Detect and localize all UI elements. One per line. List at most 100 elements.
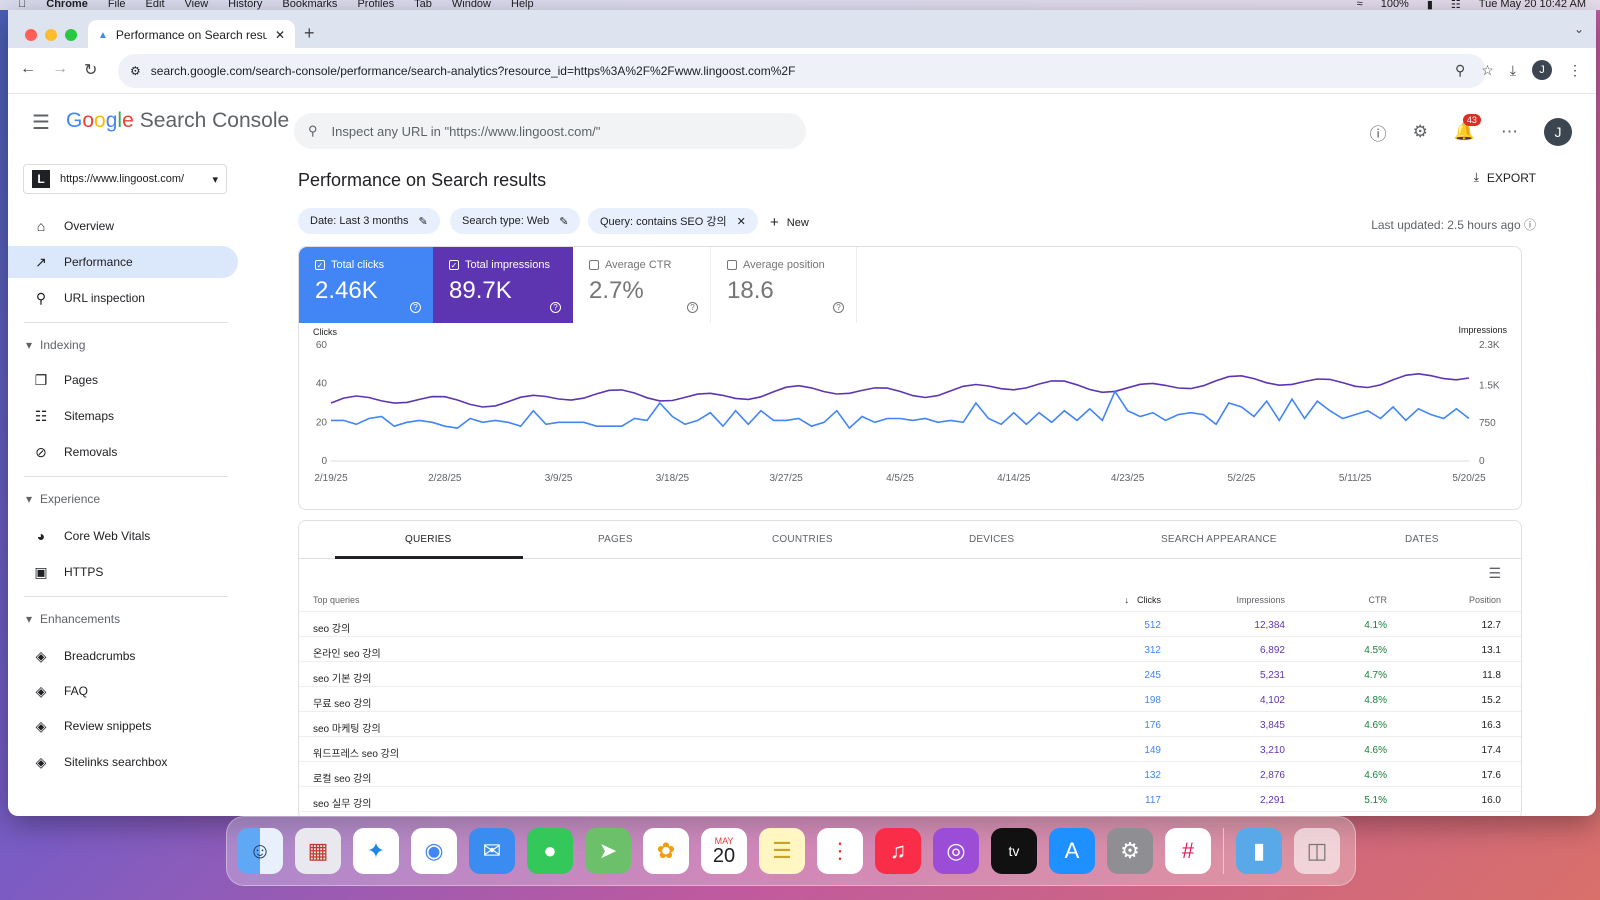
slack-icon[interactable]: # — [1165, 828, 1211, 874]
zoom-window-button[interactable] — [65, 29, 77, 41]
table-row[interactable]: seo 기본 강의 245 5,231 4.7% 11.8 — [299, 662, 1521, 687]
filter-chip-date[interactable]: Date: Last 3 months ✎ — [298, 208, 440, 234]
menu-window[interactable]: Window — [452, 0, 491, 10]
forward-button[interactable]: → — [52, 60, 68, 78]
menu-edit[interactable]: Edit — [146, 0, 165, 10]
edit-pencil-icon[interactable]: ✎ — [559, 215, 568, 228]
tv-icon[interactable]: tv — [991, 828, 1037, 874]
help-icon[interactable]: ? — [550, 302, 561, 313]
table-row[interactable]: 무료 seo 강의 198 4,102 4.8% 15.2 — [299, 687, 1521, 712]
browser-tab-active[interactable]: ▲ Performance on Search results ✕ — [88, 20, 295, 50]
section-indexing[interactable]: ▾ Indexing — [26, 338, 85, 352]
wifi-icon[interactable]: ≈ — [1357, 0, 1363, 10]
url-text[interactable]: search.google.com/search-console/perform… — [151, 64, 1474, 78]
menu-tab[interactable]: Tab — [414, 0, 432, 10]
remove-filter-icon[interactable]: ✕ — [737, 215, 746, 228]
finder-icon[interactable]: ☺ — [237, 828, 283, 874]
checkbox-unchecked-icon[interactable] — [727, 260, 737, 270]
table-row[interactable]: seo 실무 강의 117 2,291 5.1% 16.0 — [299, 787, 1521, 812]
menubar-clock[interactable]: Tue May 20 10:42 AM — [1479, 0, 1586, 10]
edit-pencil-icon[interactable]: ✎ — [418, 215, 427, 228]
sidebar-item-breadcrumbs[interactable]: ◈ Breadcrumbs — [8, 640, 238, 672]
safari-icon[interactable]: ✦ — [353, 828, 399, 874]
apps-grid-icon[interactable]: ⋯ — [1501, 122, 1518, 142]
checkbox-checked-icon[interactable]: ✓ — [315, 260, 325, 270]
checkbox-unchecked-icon[interactable] — [589, 260, 599, 270]
property-selector[interactable]: L https://www.lingoost.com/ ▾ — [23, 164, 227, 194]
reload-button[interactable]: ↻ — [84, 60, 97, 80]
launchpad-icon[interactable]: ▦ — [295, 828, 341, 874]
performance-line-chart[interactable]: Clicks Impressions 60 40 20 0 2.3K 1.5K 750 0 2/19… — [299, 323, 1521, 509]
export-button[interactable]: ⤓ EXPORT — [1474, 170, 1536, 185]
zoom-icon[interactable]: ⚲ — [1455, 62, 1465, 79]
search-input[interactable]: Inspect any URL in "https://www.lingoost… — [332, 124, 601, 139]
settings-icon[interactable]: ⚙ — [1107, 828, 1153, 874]
sidebar-item-performance[interactable]: ↗ Performance — [8, 246, 238, 278]
filter-rows-icon[interactable]: ☰ — [1488, 565, 1501, 582]
menu-profiles[interactable]: Profiles — [357, 0, 394, 10]
header-ctr[interactable]: CTR — [1369, 595, 1388, 605]
new-filter-button[interactable]: + New — [770, 214, 809, 231]
omnibox[interactable]: ⚙ search.google.com/search-console/perfo… — [118, 54, 1486, 88]
section-experience[interactable]: ▾ Experience — [26, 492, 100, 506]
notifications-bell-icon[interactable]: 🔔 43 — [1454, 114, 1481, 142]
header-impressions[interactable]: Impressions — [1236, 595, 1285, 605]
table-row[interactable]: 워드프레스 seo 강의 149 3,210 4.6% 17.4 — [299, 737, 1521, 762]
section-enhancements[interactable]: ▾ Enhancements — [26, 612, 120, 626]
menu-bookmarks[interactable]: Bookmarks — [282, 0, 337, 10]
users-settings-icon[interactable]: ⚙ — [1413, 122, 1428, 142]
metric-total-impressions[interactable]: ✓ Total impressions 89.7K ? — [433, 247, 573, 323]
hamburger-menu-icon[interactable]: ☰ — [32, 110, 50, 135]
tab-devices[interactable]: DEVICES — [969, 534, 1014, 545]
mail-icon[interactable]: ✉ — [469, 828, 515, 874]
new-tab-button[interactable]: + — [304, 23, 315, 44]
back-button[interactable]: ← — [20, 60, 36, 78]
help-icon[interactable]: ? — [687, 302, 698, 313]
help-icon[interactable]: ? — [410, 302, 421, 313]
notes-icon[interactable]: ☰ — [759, 828, 805, 874]
site-settings-icon[interactable]: ⚙ — [130, 64, 141, 78]
tab-search-appearance[interactable]: SEARCH APPEARANCE — [1161, 534, 1277, 545]
bookmark-star-icon[interactable]: ☆ — [1481, 62, 1494, 79]
menu-file[interactable]: File — [108, 0, 126, 10]
app-store-icon[interactable]: A — [1049, 828, 1095, 874]
search-console-logo[interactable]: Google Search Console — [66, 109, 289, 133]
table-row[interactable]: seo 강의 512 12,384 4.1% 12.7 — [299, 612, 1521, 637]
apple-menu-icon[interactable]:  — [18, 0, 26, 10]
sidebar-item-overview[interactable]: ⌂ Overview — [8, 210, 238, 242]
profile-avatar[interactable]: J — [1532, 60, 1552, 80]
menu-chrome[interactable]: Chrome — [46, 0, 88, 10]
chrome-menu-icon[interactable]: ⋮ — [1568, 62, 1582, 79]
podcasts-icon[interactable]: ◎ — [933, 828, 979, 874]
sidebar-item-sitelinks-searchbox[interactable]: ◈ Sitelinks searchbox — [8, 746, 238, 778]
table-row[interactable]: 온라인 seo 강의 312 6,892 4.5% 13.1 — [299, 637, 1521, 662]
metric-total-clicks[interactable]: ✓ Total clicks 2.46K ? — [299, 247, 433, 323]
download-icon[interactable]: ⤓ — [1510, 62, 1516, 79]
sidebar-item-pages[interactable]: ❐ Pages — [8, 364, 238, 396]
metric-average-position[interactable]: Average position 18.6 ? — [711, 247, 857, 323]
sidebar-item-removals[interactable]: ⊘ Removals — [8, 436, 238, 468]
url-inspection-search[interactable]: ⚲ Inspect any URL in "https://www.lingoo… — [294, 113, 806, 149]
metric-average-ctr[interactable]: Average CTR 2.7% ? — [573, 247, 711, 323]
chrome-icon[interactable]: ◉ — [411, 828, 457, 874]
checkbox-checked-icon[interactable]: ✓ — [449, 260, 459, 270]
sidebar-item-review-snippets[interactable]: ◈ Review snippets — [8, 710, 238, 742]
help-icon[interactable]: ⓘ — [1524, 218, 1536, 232]
sidebar-item-sitemaps[interactable]: ☷ Sitemaps — [8, 400, 238, 432]
tab-search-chevron-icon[interactable]: ⌄ — [1574, 22, 1584, 36]
trash-icon[interactable]: ◫ — [1294, 828, 1340, 874]
tab-pages[interactable]: PAGES — [598, 534, 633, 545]
sidebar-item-https[interactable]: ▣ HTTPS — [8, 556, 238, 588]
control-center-icon[interactable]: ☷ — [1451, 0, 1461, 10]
header-clicks[interactable]: ↓ Clicks — [1125, 595, 1162, 605]
tab-countries[interactable]: COUNTRIES — [772, 534, 833, 545]
menu-view[interactable]: View — [185, 0, 209, 10]
folder-icon[interactable]: ▮ — [1236, 828, 1282, 874]
close-tab-icon[interactable]: ✕ — [275, 28, 285, 42]
table-row[interactable]: seo 마케팅 강의 176 3,845 4.6% 16.3 — [299, 712, 1521, 737]
tab-queries[interactable]: QUERIES — [405, 534, 451, 545]
help-icon[interactable]: ? — [833, 302, 844, 313]
menu-help[interactable]: Help — [511, 0, 534, 10]
calendar-icon[interactable]: MAY 20 — [701, 828, 747, 874]
messages-icon[interactable]: ● — [527, 828, 573, 874]
